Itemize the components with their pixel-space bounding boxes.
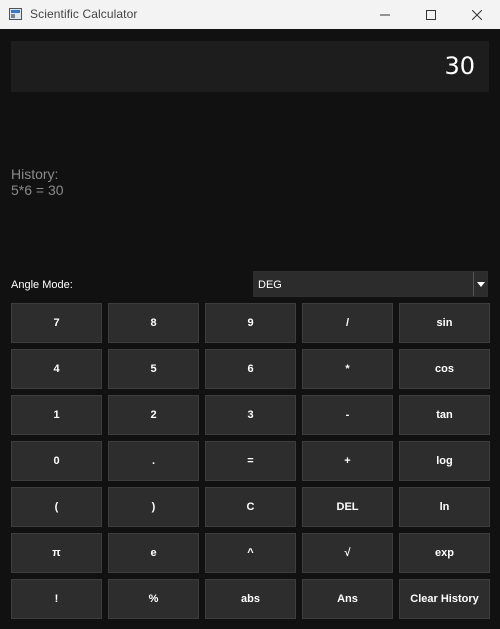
key-0[interactable]: 0 — [11, 441, 102, 481]
key-subtract[interactable]: - — [302, 395, 393, 435]
keypad: 7 8 9 / sin 4 5 6 * cos 1 2 3 - tan 0 . … — [11, 303, 490, 619]
key-factorial[interactable]: ! — [11, 579, 102, 619]
key-pi[interactable]: π — [11, 533, 102, 573]
key-multiply[interactable]: * — [302, 349, 393, 389]
key-tan[interactable]: tan — [399, 395, 490, 435]
close-button[interactable] — [454, 0, 500, 29]
key-5[interactable]: 5 — [108, 349, 199, 389]
minimize-icon — [380, 14, 390, 15]
key-close-paren[interactable]: ) — [108, 487, 199, 527]
key-e[interactable]: e — [108, 533, 199, 573]
key-1[interactable]: 1 — [11, 395, 102, 435]
angle-mode-value: DEG — [258, 279, 282, 291]
maximize-button[interactable] — [408, 0, 454, 29]
key-ln[interactable]: ln — [399, 487, 490, 527]
angle-mode-dropdown[interactable]: DEG — [253, 271, 488, 297]
key-percent[interactable]: % — [108, 579, 199, 619]
key-clear[interactable]: C — [205, 487, 296, 527]
history-entry: 5*6 = 30 — [11, 182, 64, 198]
result-display: 30 — [11, 41, 489, 92]
history-label: History: — [11, 166, 59, 182]
key-open-paren[interactable]: ( — [11, 487, 102, 527]
chevron-down-icon[interactable] — [473, 272, 487, 296]
key-4[interactable]: 4 — [11, 349, 102, 389]
key-7[interactable]: 7 — [11, 303, 102, 343]
close-icon — [472, 9, 482, 20]
window-title: Scientific Calculator — [30, 7, 138, 21]
key-8[interactable]: 8 — [108, 303, 199, 343]
app-icon — [9, 8, 22, 20]
maximize-icon — [426, 9, 436, 20]
history-panel: History: 5*6 = 30 — [11, 166, 64, 198]
key-6[interactable]: 6 — [205, 349, 296, 389]
key-power[interactable]: ^ — [205, 533, 296, 573]
minimize-button[interactable] — [362, 0, 408, 29]
key-3[interactable]: 3 — [205, 395, 296, 435]
clear-history-button[interactable]: Clear History — [399, 579, 490, 619]
title-bar: Scientific Calculator — [0, 0, 500, 29]
display-value: 30 — [444, 52, 475, 80]
key-equals[interactable]: = — [205, 441, 296, 481]
key-add[interactable]: + — [302, 441, 393, 481]
key-abs[interactable]: abs — [205, 579, 296, 619]
key-ans[interactable]: Ans — [302, 579, 393, 619]
key-2[interactable]: 2 — [108, 395, 199, 435]
key-divide[interactable]: / — [302, 303, 393, 343]
key-sqrt[interactable]: √ — [302, 533, 393, 573]
key-log[interactable]: log — [399, 441, 490, 481]
key-sin[interactable]: sin — [399, 303, 490, 343]
key-delete[interactable]: DEL — [302, 487, 393, 527]
key-cos[interactable]: cos — [399, 349, 490, 389]
key-decimal[interactable]: . — [108, 441, 199, 481]
angle-mode-label: Angle Mode: — [11, 279, 73, 291]
key-exp[interactable]: exp — [399, 533, 490, 573]
key-9[interactable]: 9 — [205, 303, 296, 343]
